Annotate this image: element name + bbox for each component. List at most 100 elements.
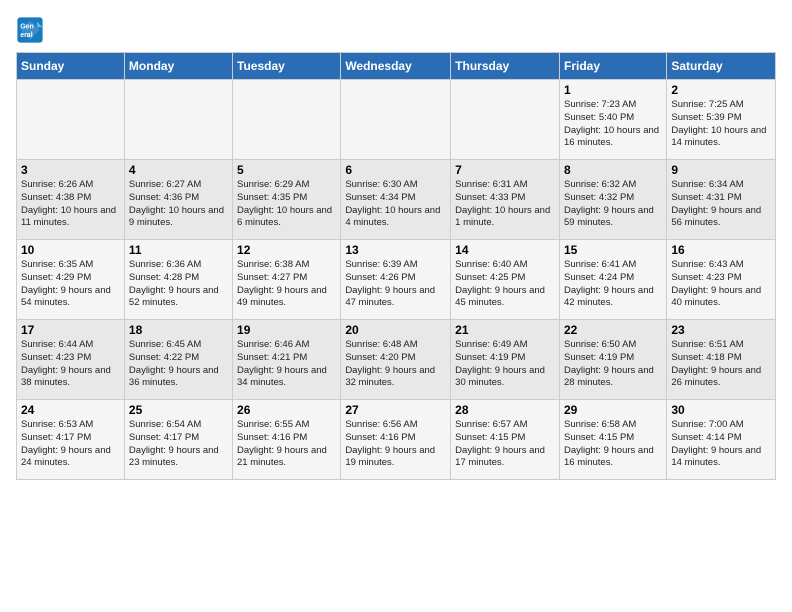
day-info: Sunrise: 6:46 AM Sunset: 4:21 PM Dayligh… bbox=[237, 339, 336, 390]
day-number: 9 bbox=[671, 163, 771, 177]
calendar-cell: 13 Sunrise: 6:39 AM Sunset: 4:26 PM Dayli… bbox=[341, 240, 451, 320]
day-number: 29 bbox=[564, 403, 662, 417]
calendar-cell: 3 Sunrise: 6:26 AM Sunset: 4:38 PM Daylig… bbox=[17, 160, 125, 240]
day-info: Sunrise: 6:30 AM Sunset: 4:34 PM Dayligh… bbox=[345, 179, 446, 230]
day-number: 24 bbox=[21, 403, 120, 417]
day-info: Sunrise: 6:50 AM Sunset: 4:19 PM Dayligh… bbox=[564, 339, 662, 390]
day-info: Sunrise: 6:41 AM Sunset: 4:24 PM Dayligh… bbox=[564, 259, 662, 310]
day-number: 26 bbox=[237, 403, 336, 417]
day-number: 7 bbox=[455, 163, 555, 177]
day-info: Sunrise: 6:34 AM Sunset: 4:31 PM Dayligh… bbox=[671, 179, 771, 230]
day-info: Sunrise: 6:39 AM Sunset: 4:26 PM Dayligh… bbox=[345, 259, 446, 310]
day-header-sunday: Sunday bbox=[17, 53, 125, 80]
day-number: 28 bbox=[455, 403, 555, 417]
calendar-cell bbox=[341, 80, 451, 160]
day-number: 18 bbox=[129, 323, 228, 337]
calendar-cell: 22Sunrise: 6:50 AM Sunset: 4:19 PM Dayli… bbox=[559, 320, 666, 400]
calendar-cell: 2 Sunrise: 7:25 AM Sunset: 5:39 PM Daylig… bbox=[667, 80, 776, 160]
day-header-monday: Monday bbox=[124, 53, 232, 80]
calendar-cell: 23 Sunrise: 6:51 AM Sunset: 4:18 PM Dayli… bbox=[667, 320, 776, 400]
day-number: 13 bbox=[345, 243, 446, 257]
calendar-cell bbox=[124, 80, 232, 160]
calendar-cell: 5 Sunrise: 6:29 AM Sunset: 4:35 PM Daylig… bbox=[233, 160, 341, 240]
calendar-cell: 1 Sunrise: 7:23 AM Sunset: 5:40 PM Daylig… bbox=[559, 80, 666, 160]
day-number: 11 bbox=[129, 243, 228, 257]
day-info: Sunrise: 6:43 AM Sunset: 4:23 PM Dayligh… bbox=[671, 259, 771, 310]
calendar-cell: 21 Sunrise: 6:49 AM Sunset: 4:19 PM Dayli… bbox=[451, 320, 560, 400]
day-header-thursday: Thursday bbox=[451, 53, 560, 80]
day-info: Sunrise: 6:31 AM Sunset: 4:33 PM Dayligh… bbox=[455, 179, 555, 230]
day-number: 17 bbox=[21, 323, 120, 337]
calendar-cell: 8Sunrise: 6:32 AM Sunset: 4:32 PM Daylig… bbox=[559, 160, 666, 240]
day-number: 30 bbox=[671, 403, 771, 417]
day-info: Sunrise: 7:00 AM Sunset: 4:14 PM Dayligh… bbox=[671, 419, 771, 470]
day-number: 15 bbox=[564, 243, 662, 257]
day-number: 2 bbox=[671, 83, 771, 97]
calendar-cell: 18 Sunrise: 6:45 AM Sunset: 4:22 PM Dayli… bbox=[124, 320, 232, 400]
calendar-week-row: 17 Sunrise: 6:44 AM Sunset: 4:23 PM Dayli… bbox=[17, 320, 776, 400]
day-number: 23 bbox=[671, 323, 771, 337]
day-number: 21 bbox=[455, 323, 555, 337]
svg-text:Gen: Gen bbox=[20, 24, 34, 31]
day-info: Sunrise: 6:26 AM Sunset: 4:38 PM Dayligh… bbox=[21, 179, 120, 230]
calendar-cell: 15 Sunrise: 6:41 AM Sunset: 4:24 PM Dayli… bbox=[559, 240, 666, 320]
calendar-cell: 24 Sunrise: 6:53 AM Sunset: 4:17 PM Dayli… bbox=[17, 400, 125, 480]
day-number: 8 bbox=[564, 163, 662, 177]
logo: Gen eral bbox=[16, 16, 48, 44]
day-info: Sunrise: 6:38 AM Sunset: 4:27 PM Dayligh… bbox=[237, 259, 336, 310]
calendar-cell bbox=[233, 80, 341, 160]
day-number: 27 bbox=[345, 403, 446, 417]
day-header-friday: Friday bbox=[559, 53, 666, 80]
day-header-tuesday: Tuesday bbox=[233, 53, 341, 80]
day-header-saturday: Saturday bbox=[667, 53, 776, 80]
calendar-cell: 28 Sunrise: 6:57 AM Sunset: 4:15 PM Dayli… bbox=[451, 400, 560, 480]
calendar-table: SundayMondayTuesdayWednesdayThursdayFrid… bbox=[16, 52, 776, 480]
day-info: Sunrise: 6:36 AM Sunset: 4:28 PM Dayligh… bbox=[129, 259, 228, 310]
day-info: Sunrise: 6:55 AM Sunset: 4:16 PM Dayligh… bbox=[237, 419, 336, 470]
calendar-header-row: SundayMondayTuesdayWednesdayThursdayFrid… bbox=[17, 53, 776, 80]
day-number: 5 bbox=[237, 163, 336, 177]
calendar-cell: 9 Sunrise: 6:34 AM Sunset: 4:31 PM Daylig… bbox=[667, 160, 776, 240]
svg-text:eral: eral bbox=[20, 32, 33, 39]
calendar-cell bbox=[451, 80, 560, 160]
day-number: 25 bbox=[129, 403, 228, 417]
day-number: 14 bbox=[455, 243, 555, 257]
calendar-cell: 19 Sunrise: 6:46 AM Sunset: 4:21 PM Dayli… bbox=[233, 320, 341, 400]
page-header: Gen eral bbox=[16, 16, 776, 44]
day-number: 20 bbox=[345, 323, 446, 337]
calendar-week-row: 10Sunrise: 6:35 AM Sunset: 4:29 PM Dayli… bbox=[17, 240, 776, 320]
calendar-cell: 14Sunrise: 6:40 AM Sunset: 4:25 PM Dayli… bbox=[451, 240, 560, 320]
day-number: 1 bbox=[564, 83, 662, 97]
day-number: 4 bbox=[129, 163, 228, 177]
day-number: 19 bbox=[237, 323, 336, 337]
day-number: 10 bbox=[21, 243, 120, 257]
day-number: 6 bbox=[345, 163, 446, 177]
day-info: Sunrise: 6:29 AM Sunset: 4:35 PM Dayligh… bbox=[237, 179, 336, 230]
calendar-cell: 12Sunrise: 6:38 AM Sunset: 4:27 PM Dayli… bbox=[233, 240, 341, 320]
day-info: Sunrise: 6:51 AM Sunset: 4:18 PM Dayligh… bbox=[671, 339, 771, 390]
day-info: Sunrise: 6:27 AM Sunset: 4:36 PM Dayligh… bbox=[129, 179, 228, 230]
day-info: Sunrise: 7:23 AM Sunset: 5:40 PM Dayligh… bbox=[564, 99, 662, 150]
calendar-cell: 11 Sunrise: 6:36 AM Sunset: 4:28 PM Dayli… bbox=[124, 240, 232, 320]
day-info: Sunrise: 6:44 AM Sunset: 4:23 PM Dayligh… bbox=[21, 339, 120, 390]
day-info: Sunrise: 6:53 AM Sunset: 4:17 PM Dayligh… bbox=[21, 419, 120, 470]
calendar-cell: 10Sunrise: 6:35 AM Sunset: 4:29 PM Dayli… bbox=[17, 240, 125, 320]
day-info: Sunrise: 7:25 AM Sunset: 5:39 PM Dayligh… bbox=[671, 99, 771, 150]
calendar-cell: 30 Sunrise: 7:00 AM Sunset: 4:14 PM Dayli… bbox=[667, 400, 776, 480]
day-info: Sunrise: 6:45 AM Sunset: 4:22 PM Dayligh… bbox=[129, 339, 228, 390]
logo-icon: Gen eral bbox=[16, 16, 44, 44]
day-header-wednesday: Wednesday bbox=[341, 53, 451, 80]
calendar-cell: 26 Sunrise: 6:55 AM Sunset: 4:16 PM Dayli… bbox=[233, 400, 341, 480]
calendar-cell: 20 Sunrise: 6:48 AM Sunset: 4:20 PM Dayli… bbox=[341, 320, 451, 400]
day-info: Sunrise: 6:48 AM Sunset: 4:20 PM Dayligh… bbox=[345, 339, 446, 390]
calendar-cell: 17 Sunrise: 6:44 AM Sunset: 4:23 PM Dayli… bbox=[17, 320, 125, 400]
calendar-cell: 27Sunrise: 6:56 AM Sunset: 4:16 PM Dayli… bbox=[341, 400, 451, 480]
day-info: Sunrise: 6:49 AM Sunset: 4:19 PM Dayligh… bbox=[455, 339, 555, 390]
day-info: Sunrise: 6:54 AM Sunset: 4:17 PM Dayligh… bbox=[129, 419, 228, 470]
calendar-cell: 29Sunrise: 6:58 AM Sunset: 4:15 PM Dayli… bbox=[559, 400, 666, 480]
day-number: 3 bbox=[21, 163, 120, 177]
calendar-week-row: 3 Sunrise: 6:26 AM Sunset: 4:38 PM Daylig… bbox=[17, 160, 776, 240]
calendar-week-row: 1 Sunrise: 7:23 AM Sunset: 5:40 PM Daylig… bbox=[17, 80, 776, 160]
day-info: Sunrise: 6:57 AM Sunset: 4:15 PM Dayligh… bbox=[455, 419, 555, 470]
calendar-cell bbox=[17, 80, 125, 160]
